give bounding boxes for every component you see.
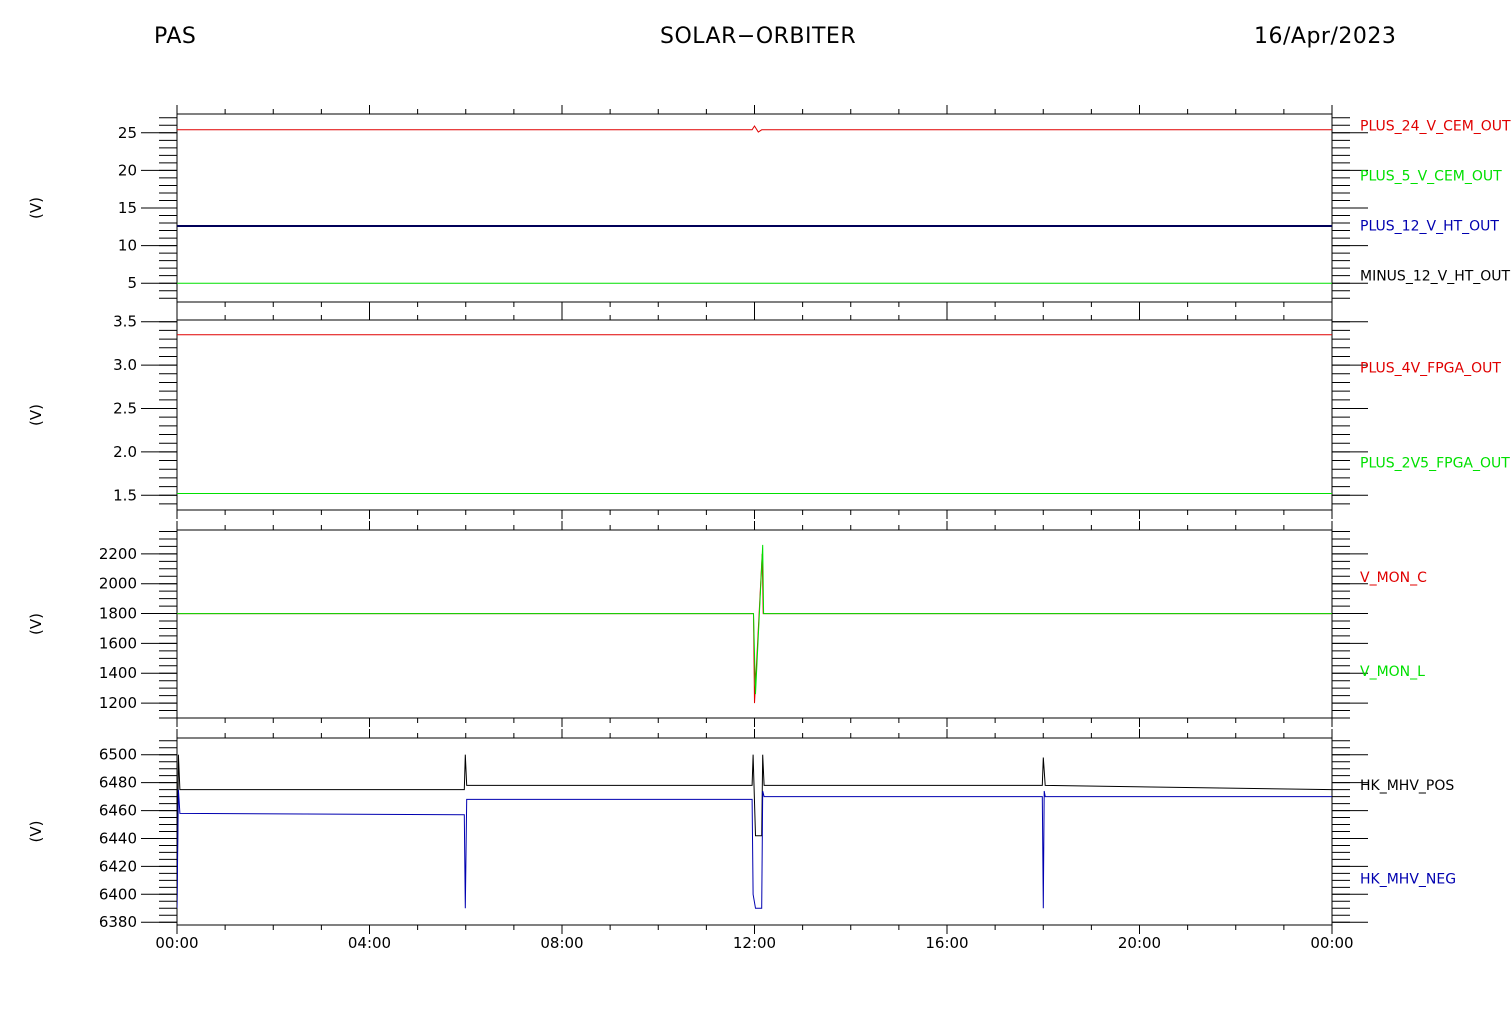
y-tick-label: 2.0 [113,443,137,461]
legend-label: PLUS_12_V_HT_OUT [1360,219,1499,235]
series-line-hk_mhv_pos [177,754,1332,909]
y-tick-label: 2.5 [113,399,137,417]
y-tick-label: 6380 [99,913,137,931]
legend-label: V_MON_C [1360,570,1427,586]
x-tick-label: 16:00 [925,934,968,952]
y-tick-label: 3.5 [113,313,137,331]
x-tick-label: 20:00 [1118,934,1161,952]
x-tick-label: 08:00 [540,934,583,952]
series-line-v_mon_l [177,544,1332,695]
y-axis-label: (V) [27,197,45,219]
y-tick-label: 6480 [99,774,137,792]
plot-frame [176,319,1333,511]
x-tick-label: 12:00 [733,934,776,952]
legend-label: MINUS_12_V_HT_OUT [1360,269,1511,285]
y-tick-label: 1800 [99,605,137,623]
y-tick-label: 1400 [99,664,137,682]
legend-label: PLUS_4V_FPGA_OUT [1360,361,1501,377]
y-tick-label: 10 [118,237,137,255]
y-tick-label: 6440 [99,829,137,847]
x-tick-label: 04:00 [348,934,391,952]
legend-label: V_MON_L [1360,664,1425,680]
y-tick-label: 2000 [99,575,137,593]
series-line-v_mon_c [177,553,1332,704]
panel-2: 1.5 2.0 2.5 3.0 3.5 (V) PLUS_4V_FPGA_OUT PLUS_2… [27,311,1510,519]
y-tick-label: 3.0 [113,356,137,374]
legend-label: PLUS_5_V_CEM_OUT [1360,169,1502,185]
legend-label: PLUS_24_V_CEM_OUT [1360,119,1511,135]
panel-3: 1200 1400 1600 1800 2000 2200 (V) V_MON_C V_MON_… [27,521,1427,727]
y-tick-label: 20 [118,161,137,179]
panel-4: 6380 6400 6420 6440 6460 6480 6500 (V) HK_MHV_PO… [27,729,1456,934]
y-tick-label: 1.5 [113,486,137,504]
y-tick-label: 6460 [99,802,137,820]
y-tick-label: 2200 [99,545,137,563]
plot-frame [176,113,1333,303]
series-line-plus_24_v_cem_out [177,125,1332,133]
legend-label: HK_MHV_NEG [1360,871,1456,887]
y-tick-label: 6400 [99,885,137,903]
y-axis-label: (V) [27,613,45,635]
x-tick-label: 00:00 [155,934,198,952]
y-tick-label: 25 [118,124,137,142]
y-tick-label: 6500 [99,746,137,764]
panel-1: 5 10 15 20 25 (V) PLUS_24_V_CEM_OUT PLUS_5_V_CE… [27,105,1511,311]
y-tick-label: 15 [118,199,137,217]
y-tick-label: 1600 [99,634,137,652]
y-tick-label: 6420 [99,857,137,875]
plot-frame [176,737,1333,926]
y-axis-label: (V) [27,404,45,426]
y-axis-label: (V) [27,821,45,843]
legend-label: HK_MHV_POS [1360,778,1454,794]
y-tick-label: 1200 [99,694,137,712]
x-tick-label: 00:00 [1310,934,1353,952]
y-tick-label: 5 [127,274,137,292]
legend-label: PLUS_2V5_FPGA_OUT [1360,456,1510,472]
chart-stack: 5 10 15 20 25 (V) PLUS_24_V_CEM_OUT PLUS_5_V_CE… [27,105,1511,952]
